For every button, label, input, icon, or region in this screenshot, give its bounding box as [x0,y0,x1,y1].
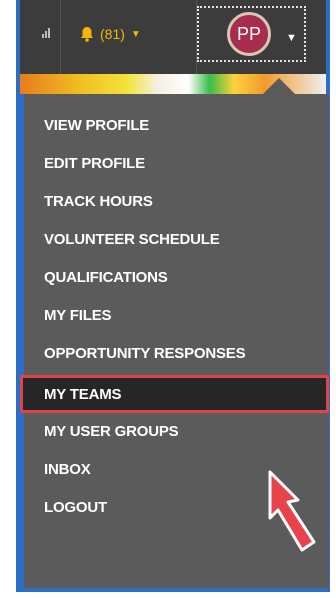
menu-item-opportunity-responses[interactable]: OPPORTUNITY RESPONSES [24,334,329,372]
menu-item-my-user-groups[interactable]: MY USER GROUPS [24,412,329,450]
menu-item-edit-profile[interactable]: EDIT PROFILE [24,144,329,182]
menu-item-my-files[interactable]: MY FILES [24,296,329,334]
navbar-divider [60,0,61,74]
menu-item-qualifications[interactable]: QUALIFICATIONS [24,258,329,296]
annotation-arrow-icon [268,470,316,552]
menu-item-my-teams[interactable]: MY TEAMS [20,375,329,413]
chevron-down-icon: ▼ [286,32,297,44]
chevron-down-icon: ▼ [130,28,141,40]
bell-icon [80,26,94,42]
notifications-button[interactable]: (81) ▼ [80,22,141,46]
dropdown-pointer [262,78,296,95]
menu-item-track-hours[interactable]: TRACK HOURS [24,182,329,220]
signal-icon[interactable] [42,26,50,38]
avatar[interactable]: PP [227,12,271,56]
notification-count: (81) [100,26,125,42]
menu-item-view-profile[interactable]: VIEW PROFILE [24,106,329,144]
menu-item-volunteer-schedule[interactable]: VOLUNTEER SCHEDULE [24,220,329,258]
